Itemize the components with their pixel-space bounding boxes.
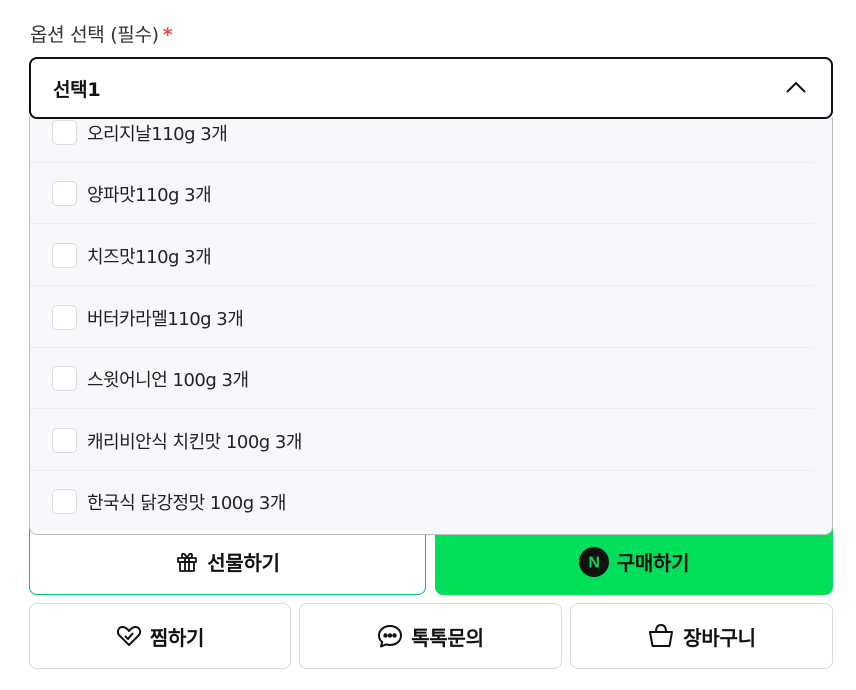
naver-n-text: N — [588, 554, 599, 571]
option-item-label: 스윗어니언 100g 3개 — [87, 369, 249, 391]
option-item-label: 오리지날110g 3개 — [87, 123, 228, 145]
option-select-label: 옵션 선택 (필수) * — [30, 20, 173, 47]
basket-icon — [647, 623, 675, 649]
option-item-label: 한국식 닭강정맛 100g 3개 — [87, 492, 286, 514]
gift-button-label: 선물하기 — [207, 550, 280, 575]
talk-button-label: 톡톡문의 — [411, 625, 484, 650]
required-asterisk: * — [162, 24, 173, 46]
option-item-label: 치즈맛110g 3개 — [87, 246, 212, 268]
option-checkbox[interactable] — [52, 366, 77, 391]
wish-button[interactable]: 찜하기 — [29, 603, 291, 669]
talk-inquiry-button[interactable]: 톡톡문의 — [299, 603, 562, 669]
option-item[interactable]: 스윗어니언 100g 3개 — [30, 348, 814, 409]
option-item[interactable]: 버터카라멜110g 3개 — [30, 287, 814, 348]
option-checkbox[interactable] — [52, 120, 77, 145]
option-checkbox[interactable] — [52, 181, 77, 206]
option-item-label: 버터카라멜110g 3개 — [87, 308, 244, 330]
gift-button[interactable]: 선물하기 — [29, 528, 426, 595]
option-item[interactable]: 치즈맛110g 3개 — [30, 225, 814, 286]
option-checkbox[interactable] — [52, 489, 77, 514]
purchase-panel: 옵션 선택 (필수) * 선택1 오리지날110g 3개 양파맛110g 3개 치… — [0, 0, 856, 690]
cart-button[interactable]: 장바구니 — [570, 603, 833, 669]
chat-bubble-icon — [377, 624, 403, 648]
option-select-dropdown[interactable]: 선택1 — [29, 57, 833, 119]
chevron-up-icon[interactable] — [785, 79, 807, 95]
gift-icon — [175, 549, 199, 573]
option-checkbox[interactable] — [52, 428, 77, 453]
buy-button-label: 구매하기 — [616, 551, 690, 575]
option-item-label: 양파맛110g 3개 — [87, 184, 212, 206]
option-item[interactable]: 오리지날110g 3개 — [30, 117, 814, 163]
wish-button-label: 찜하기 — [149, 625, 205, 650]
option-item[interactable]: 양파맛110g 3개 — [30, 163, 814, 224]
heart-icon — [116, 624, 142, 648]
option-item[interactable]: 한국식 닭강정맛 100g 3개 — [30, 471, 814, 532]
option-list[interactable]: 오리지날110g 3개 양파맛110g 3개 치즈맛110g 3개 버터카라멜1… — [29, 117, 833, 535]
buy-button[interactable]: N 구매하기 — [435, 528, 833, 595]
option-label-text: 옵션 선택 (필수) — [30, 24, 159, 46]
option-checkbox[interactable] — [52, 305, 77, 330]
option-item[interactable]: 캐리비안식 치킨맛 100g 3개 — [30, 410, 814, 471]
selected-option-value: 선택1 — [53, 78, 101, 101]
option-checkbox[interactable] — [52, 243, 77, 268]
naver-n-icon: N — [578, 546, 609, 577]
cart-button-label: 장바구니 — [683, 625, 756, 650]
option-item-label: 캐리비안식 치킨맛 100g 3개 — [87, 431, 302, 453]
